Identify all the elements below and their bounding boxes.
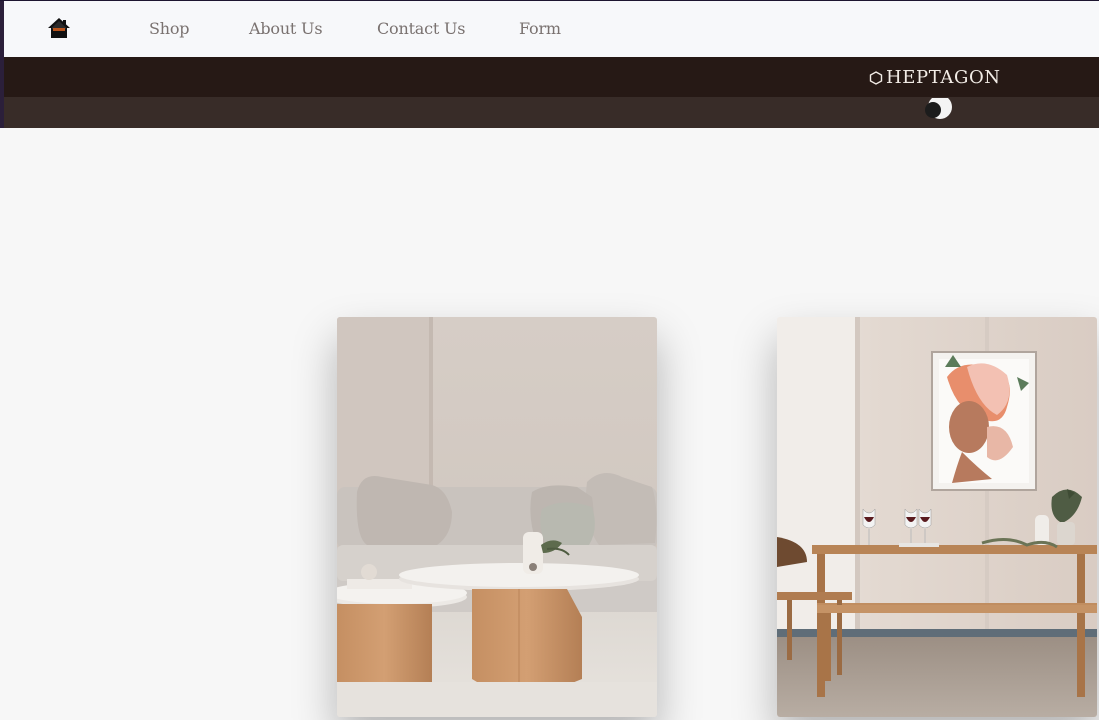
nav-link-about-us[interactable]: About Us (249, 19, 323, 38)
home-icon (48, 18, 70, 38)
dining-room-photo (777, 317, 1097, 717)
nav-link-shop[interactable]: Shop (149, 19, 190, 38)
top-navigation: Shop About Us Contact Us Form (4, 1, 1099, 57)
theme-toggle[interactable] (921, 95, 953, 120)
sub-header-bar (4, 95, 1099, 128)
brand-logo[interactable]: HEPTAGON (869, 67, 1001, 88)
living-room-photo (337, 317, 657, 717)
gallery-card-dining-room[interactable] (777, 317, 1097, 717)
gallery-card-living-room[interactable] (337, 317, 657, 717)
home-link[interactable] (47, 17, 71, 39)
brand-bar: HEPTAGON (4, 57, 1099, 97)
nav-link-contact-us[interactable]: Contact Us (377, 19, 466, 38)
browser-viewport: Shop About Us Contact Us Form HEPTAGON (0, 0, 1099, 720)
nav-link-form[interactable]: Form (519, 19, 561, 38)
moon-toggle-icon (925, 95, 952, 119)
brand-name: HEPTAGON (886, 67, 1001, 88)
hexagon-icon (869, 70, 883, 85)
